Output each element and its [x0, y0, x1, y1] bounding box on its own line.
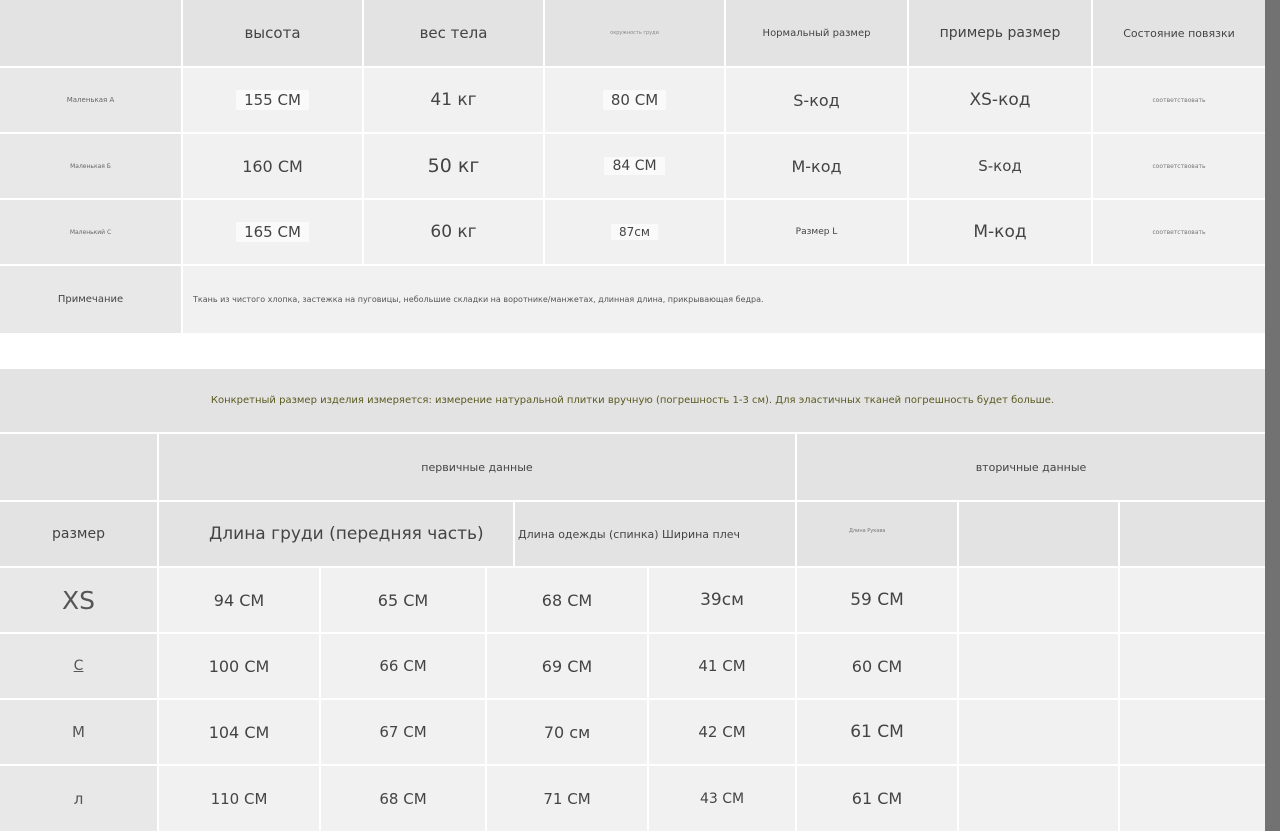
- xs-sleeve: 59 СМ: [797, 568, 957, 632]
- m-empty-2: [1120, 700, 1265, 764]
- cell-a-bandage: соответствовать: [1093, 68, 1265, 132]
- l-shoulder: 43 СМ: [649, 766, 795, 831]
- corner-cell: [0, 0, 181, 66]
- l-chest: 110 СМ: [159, 766, 319, 831]
- col-empty-1: [959, 502, 1118, 566]
- xs-empty-2: [1120, 568, 1265, 632]
- m-length: 67 СМ: [321, 700, 485, 764]
- c-sleeve: 60 СМ: [797, 634, 957, 698]
- row-label-c: Маленький С: [0, 200, 181, 264]
- col-length-shoulder: Длина одежды (спинка) Ширина плеч: [515, 502, 795, 566]
- m-empty-1: [959, 700, 1118, 764]
- cell-c-normal: Размер L: [726, 200, 907, 264]
- group-primary: первичные данные: [159, 434, 795, 500]
- l-back: 71 СМ: [487, 766, 647, 831]
- row-label-b: Маленькая Б: [0, 134, 181, 198]
- c-empty-1: [959, 634, 1118, 698]
- cell-text: 84 СМ: [604, 157, 665, 175]
- xs-empty-1: [959, 568, 1118, 632]
- size-xs: XS: [0, 568, 157, 632]
- cell-text: 165 СМ: [236, 222, 309, 242]
- l-empty-2: [1120, 766, 1265, 831]
- header-bandage: Состояние повязки: [1093, 0, 1265, 66]
- col-chest: Длина груди (передняя часть): [159, 502, 513, 566]
- xs-chest: 94 СМ: [159, 568, 319, 632]
- xs-back: 68 СМ: [487, 568, 647, 632]
- xs-shoulder: 39см: [649, 568, 795, 632]
- l-sleeve: 61 СМ: [797, 766, 957, 831]
- header-weight: вес тела: [364, 0, 543, 66]
- cell-text: 155 СМ: [236, 90, 309, 110]
- size-c: С: [0, 634, 157, 698]
- size-m: M: [0, 700, 157, 764]
- header-normal-size: Нормальный размер: [726, 0, 907, 66]
- cell-c-weight: 60 кг: [364, 200, 543, 264]
- cell-b-height: 160 СМ: [183, 134, 362, 198]
- cell-a-weight: 41 кг: [364, 68, 543, 132]
- cell-c-chest: 87см: [545, 200, 724, 264]
- l-empty-1: [959, 766, 1118, 831]
- right-edge-bar: [1265, 0, 1280, 831]
- c-chest: 100 СМ: [159, 634, 319, 698]
- cell-text: 80 СМ: [602, 90, 667, 110]
- cell-b-chest: 84 СМ: [545, 134, 724, 198]
- c-shoulder: 41 СМ: [649, 634, 795, 698]
- c-length: 66 СМ: [321, 634, 485, 698]
- cell-b-weight: 50 кг: [364, 134, 543, 198]
- c-empty-2: [1120, 634, 1265, 698]
- col-sleeve: Длина Рукава: [797, 502, 957, 566]
- l-length: 68 СМ: [321, 766, 485, 831]
- note-label: Примечание: [0, 266, 181, 333]
- cell-a-height: 155 СМ: [183, 68, 362, 132]
- header-try-size: примерь размер: [909, 0, 1091, 66]
- col-empty-2: [1120, 502, 1265, 566]
- size-label: размер: [0, 502, 157, 566]
- size-l: л: [0, 766, 157, 831]
- cell-a-normal: S-код: [726, 68, 907, 132]
- c-back: 69 СМ: [487, 634, 647, 698]
- xs-length: 65 СМ: [321, 568, 485, 632]
- cell-text: 87см: [611, 224, 658, 240]
- size-corner-cell: [0, 434, 157, 500]
- m-back: 70 см: [487, 700, 647, 764]
- measurement-note: Конкретный размер изделия измеряется: из…: [0, 369, 1265, 432]
- cell-a-chest: 80 СМ: [545, 68, 724, 132]
- header-height: высота: [183, 0, 362, 66]
- cell-b-try: S-код: [909, 134, 1091, 198]
- cell-c-try: M-код: [909, 200, 1091, 264]
- row-label-a: Маленькая A: [0, 68, 181, 132]
- m-sleeve: 61 СМ: [797, 700, 957, 764]
- group-secondary: вторичные данные: [797, 434, 1265, 500]
- cell-c-bandage: соответствовать: [1093, 200, 1265, 264]
- m-shoulder: 42 СМ: [649, 700, 795, 764]
- m-chest: 104 СМ: [159, 700, 319, 764]
- header-chest: окружность груди: [545, 0, 724, 66]
- cell-b-bandage: соответствовать: [1093, 134, 1265, 198]
- section-gap: [0, 335, 1265, 368]
- cell-b-normal: M-код: [726, 134, 907, 198]
- cell-c-height: 165 СМ: [183, 200, 362, 264]
- cell-a-try: XS-код: [909, 68, 1091, 132]
- note-text: Ткань из чистого хлопка, застежка на пуг…: [183, 266, 1265, 333]
